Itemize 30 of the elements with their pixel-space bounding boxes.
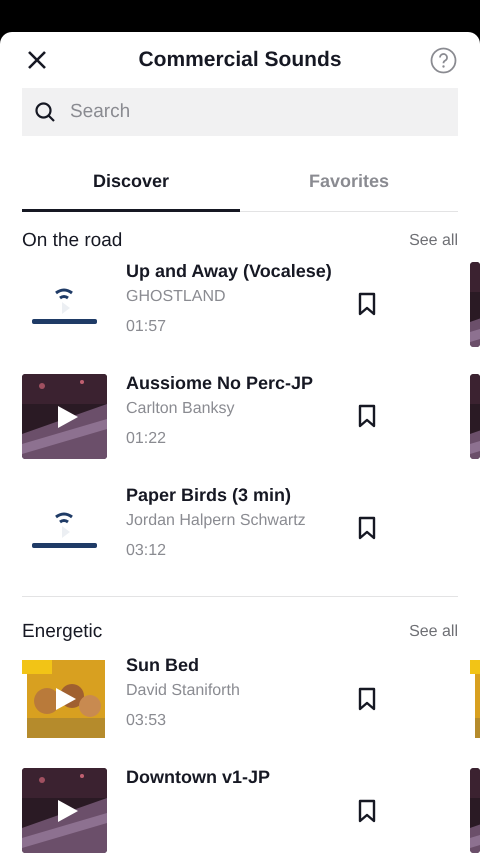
close-icon	[27, 50, 47, 70]
track-duration: 03:53	[126, 712, 168, 730]
track-title: Sun Bed	[126, 655, 200, 676]
help-icon	[430, 46, 456, 74]
track-artist: David Staniforth	[126, 682, 241, 700]
track-title: Up and Away (Vocalese)	[126, 260, 333, 282]
see-all-link[interactable]: See all	[409, 623, 458, 642]
bookmark-icon	[357, 516, 377, 540]
bookmark-icon	[357, 686, 377, 711]
tab[interactable]: Discover	[22, 160, 240, 212]
section-title: On the road	[22, 230, 122, 252]
track-artist: GHOSTLAND	[126, 288, 227, 306]
track-title: Downtown v1-JP	[126, 767, 272, 788]
track-duration: 01:57	[126, 318, 168, 336]
track-title: Aussiome No Perc-JP	[126, 372, 314, 394]
track-title: Paper Birds (3 min)	[126, 484, 292, 506]
help-button[interactable]	[428, 45, 458, 76]
bookmark-icon	[357, 292, 377, 316]
search-icon	[34, 101, 56, 124]
track-artist: Carlton Banksy	[126, 400, 236, 418]
track-duration: 03:12	[126, 542, 168, 560]
bookmark-icon	[357, 404, 377, 428]
track-duration: 01:22	[126, 430, 168, 448]
page-title: Commercial Sounds	[138, 48, 342, 72]
track-artist: Jordan Halpern Schwartz	[126, 512, 307, 530]
section-title: Energetic	[22, 621, 102, 644]
tab[interactable]: Favorites	[240, 160, 458, 212]
see-all-link[interactable]: See all	[409, 232, 458, 250]
search-field[interactable]: Search	[22, 88, 458, 136]
bookmark-icon	[357, 798, 377, 823]
